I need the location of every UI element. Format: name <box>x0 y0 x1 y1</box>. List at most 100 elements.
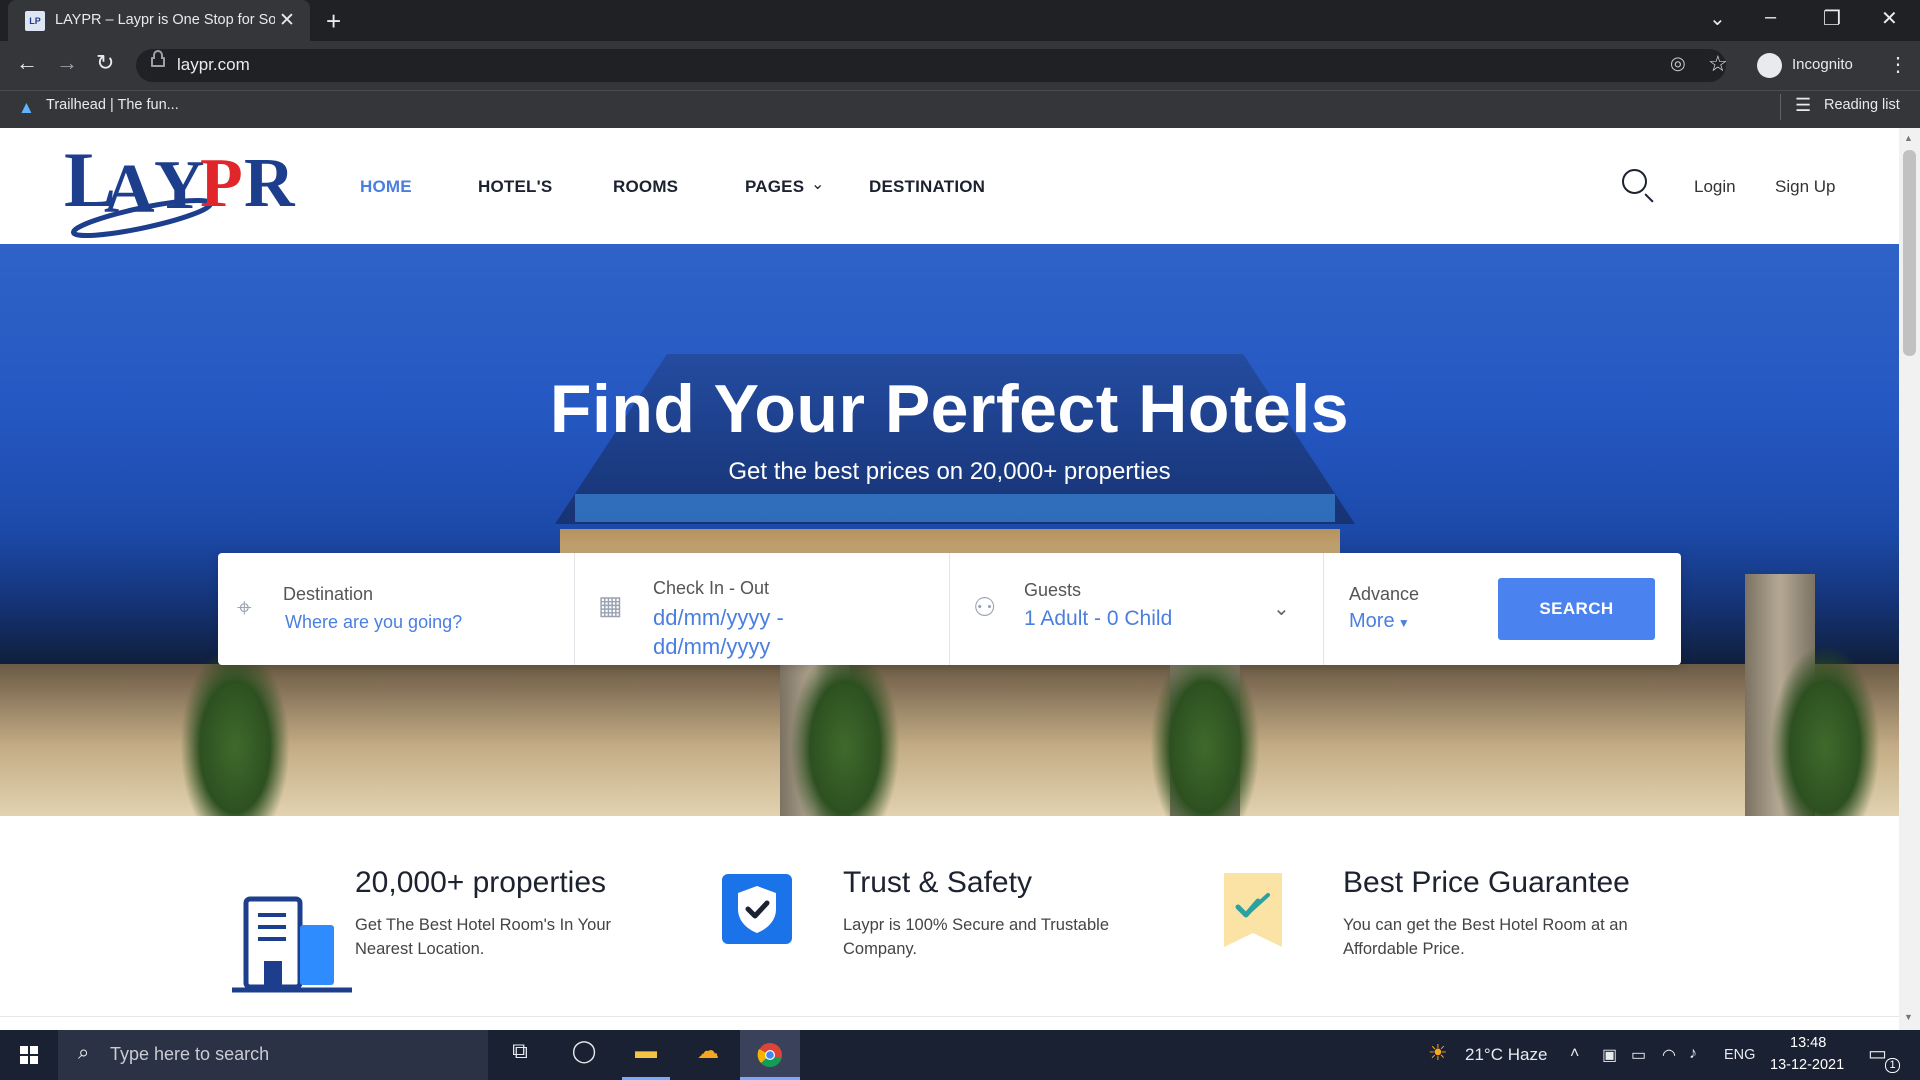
restore-icon[interactable]: ❐ <box>1823 6 1841 31</box>
tab-close-icon[interactable]: ✕ <box>279 9 295 32</box>
notification-icon[interactable]: ▭ <box>1868 1041 1887 1066</box>
tab-search-chevron-icon[interactable]: ⌄ <box>1709 6 1726 31</box>
browser-menu-icon[interactable]: ⋮ <box>1888 52 1908 77</box>
location-pin-icon: ⌖ <box>237 592 252 622</box>
show-hidden-icons-chevron-icon[interactable]: ˄ <box>1570 1045 1579 1063</box>
weather-widget-icon[interactable]: ☁ <box>688 1038 728 1072</box>
new-tab-icon[interactable]: + <box>326 6 341 37</box>
logo-letter-r: R <box>244 145 296 222</box>
caret-down-icon: ▼ <box>1394 616 1410 630</box>
nav-pages[interactable]: PAGES <box>745 177 804 197</box>
feature-title-properties: 20,000+ properties <box>355 866 607 899</box>
eye-off-icon[interactable]: ◎ <box>1670 53 1686 74</box>
scroll-up-arrow-icon[interactable]: ▲ <box>1904 133 1913 143</box>
windows-start-icon[interactable] <box>0 1030 58 1080</box>
more-options-toggle[interactable]: More ▼ <box>1349 610 1410 633</box>
guests-chevron-down-icon[interactable]: ⌄ <box>1273 596 1290 621</box>
incognito-icon[interactable] <box>1757 53 1782 78</box>
notification-badge: 1 <box>1885 1058 1900 1073</box>
logo-letter-a: A <box>104 151 155 228</box>
bookmark-trailhead[interactable]: Trailhead | The fun... <box>46 97 179 113</box>
hero-roof-band <box>575 494 1335 522</box>
address-bar[interactable] <box>136 49 1726 82</box>
scrollbar-thumb[interactable] <box>1903 150 1916 356</box>
clock-time[interactable]: 13:48 <box>1790 1035 1826 1051</box>
hero-plant <box>790 644 900 816</box>
minimize-icon[interactable]: – <box>1765 6 1776 29</box>
checkout-input[interactable]: dd/mm/yyyy <box>653 634 770 660</box>
calendar-add-icon: ▦ <box>598 590 623 620</box>
pages-chevron-down-icon[interactable]: ⌄ <box>811 174 824 194</box>
field-divider <box>1323 553 1324 665</box>
dell-icon[interactable]: ◯ <box>564 1038 604 1072</box>
language-indicator[interactable]: ENG <box>1724 1047 1755 1063</box>
nav-destination[interactable]: DESTINATION <box>869 177 985 197</box>
logo-letter-p: P <box>200 145 243 222</box>
feature-desc-price: You can get the Best Hotel Room at an Af… <box>1343 913 1628 961</box>
hero-plant <box>180 644 290 816</box>
hero-title: Find Your Perfect Hotels <box>549 371 1350 447</box>
feature-desc-line: You can get the Best Hotel Room at an <box>1343 916 1628 934</box>
price-tag-icon <box>1224 873 1282 947</box>
search-icon[interactable] <box>1622 169 1647 194</box>
nav-rooms[interactable]: ROOMS <box>613 177 678 197</box>
volume-icon[interactable]: ♪ <box>1689 1045 1697 1063</box>
bookmarks-bar <box>0 90 1920 128</box>
hero-subtitle: Get the best prices on 20,000+ propertie… <box>728 458 1171 485</box>
hero-banner <box>0 244 1899 816</box>
incognito-label[interactable]: Incognito <box>1792 56 1853 73</box>
guests-label: Guests <box>1024 580 1082 600</box>
forward-arrow-icon[interactable]: → <box>56 50 78 76</box>
advance-label: Advance <box>1349 584 1420 604</box>
meet-now-icon[interactable]: ▣ <box>1602 1045 1617 1065</box>
hero-plant <box>1150 644 1260 816</box>
reading-list-button[interactable]: Reading list <box>1824 97 1900 113</box>
trailhead-icon: ▲ <box>18 98 35 117</box>
feature-desc-properties: Get The Best Hotel Room's In Your Neares… <box>355 913 611 961</box>
shield-check-icon <box>722 874 792 944</box>
destination-input[interactable]: Where are you going? <box>285 612 462 633</box>
feature-title-price: Best Price Guarantee <box>1343 866 1630 899</box>
feature-desc-line: Get The Best Hotel Room's In Your <box>355 916 611 934</box>
feature-desc-line: Nearest Location. <box>355 940 485 958</box>
wifi-icon[interactable]: ◠ <box>1662 1045 1676 1065</box>
more-label: More <box>1349 610 1395 632</box>
reading-list-icon[interactable]: ☰ <box>1795 95 1811 116</box>
weather-text[interactable]: 21°C Haze <box>1465 1045 1547 1065</box>
lock-icon[interactable] <box>151 50 165 67</box>
nav-hotels[interactable]: HOTEL'S <box>478 177 552 197</box>
laypr-logo[interactable]: L A Y P R <box>62 128 298 240</box>
destination-label: Destination <box>283 584 374 604</box>
browser-tab[interactable]: LP LAYPR – Laypr is One Stop for So ✕ <box>8 0 310 41</box>
file-explorer-icon[interactable]: ▬ <box>626 1038 666 1072</box>
chrome-icon <box>757 1043 782 1067</box>
url-text[interactable]: laypr.com <box>177 55 250 75</box>
reload-icon[interactable]: ↻ <box>96 50 114 76</box>
clock-date[interactable]: 13-12-2021 <box>1770 1057 1844 1073</box>
scroll-down-arrow-icon[interactable]: ▼ <box>1904 1012 1913 1022</box>
logo-letter-y: Y <box>154 147 205 224</box>
field-divider <box>949 553 950 665</box>
login-link[interactable]: Login <box>1694 177 1736 197</box>
feature-desc-line: Laypr is 100% Secure and Trustable <box>843 916 1109 934</box>
building-icon <box>232 896 352 993</box>
checkin-input[interactable]: dd/mm/yyyy - <box>653 605 784 631</box>
nav-home[interactable]: HOME <box>360 177 412 197</box>
task-view-icon[interactable]: ⧉ <box>500 1038 540 1072</box>
back-arrow-icon[interactable]: ← <box>16 50 38 76</box>
bookmark-star-icon[interactable]: ☆ <box>1708 51 1728 77</box>
section-divider <box>0 1016 1899 1017</box>
taskbar-search-placeholder[interactable]: Type here to search <box>110 1044 269 1065</box>
window-close-icon[interactable]: ✕ <box>1881 6 1898 31</box>
guests-select[interactable]: 1 Adult - 0 Child <box>1024 607 1172 631</box>
tab-title: LAYPR – Laypr is One Stop for So <box>55 12 275 28</box>
site-favicon-icon: LP <box>25 11 45 31</box>
battery-icon[interactable]: ▭ <box>1631 1045 1646 1065</box>
taskbar-search-icon: ⌕ <box>78 1042 90 1064</box>
weather-sun-icon[interactable]: ☀ <box>1428 1040 1448 1066</box>
search-button[interactable]: SEARCH <box>1498 578 1655 640</box>
field-divider <box>574 553 575 665</box>
feature-title-trust: Trust & Safety <box>843 866 1032 899</box>
feature-desc-trust: Laypr is 100% Secure and Trustable Compa… <box>843 913 1109 961</box>
signup-link[interactable]: Sign Up <box>1775 177 1835 197</box>
